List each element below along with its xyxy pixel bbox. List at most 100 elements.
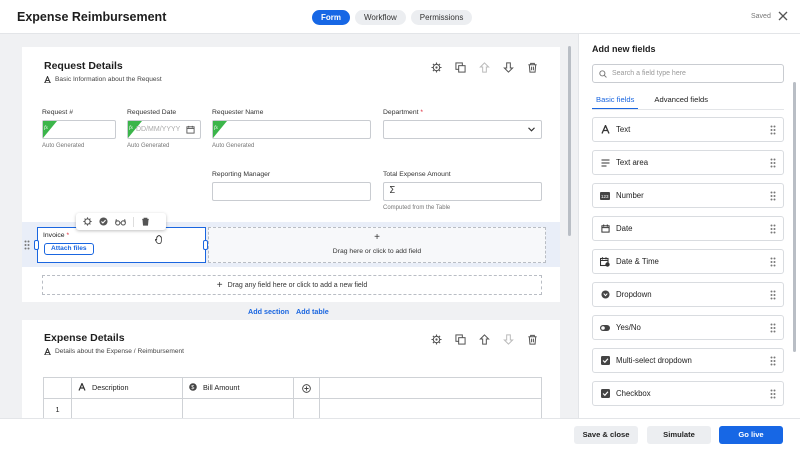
checked-box-icon xyxy=(599,355,611,367)
dropzone-text: Drag here or click to add field xyxy=(332,248,422,255)
simulate-button[interactable]: Simulate xyxy=(647,426,711,444)
arrow-down-icon[interactable] xyxy=(501,60,515,74)
field-type-list: Text Text area 123 Number Date Date & Ti… xyxy=(592,117,784,414)
field-note: Auto Generated xyxy=(212,143,255,149)
svg-text:fx: fx xyxy=(214,124,219,131)
trash-icon[interactable] xyxy=(141,217,150,226)
check-circle-icon[interactable] xyxy=(99,217,108,226)
department-select[interactable] xyxy=(383,120,542,139)
svg-text:fx: fx xyxy=(44,124,49,131)
save-close-button[interactable]: Save & close xyxy=(574,426,638,444)
textarea-icon xyxy=(599,157,611,169)
drag-handle-icon[interactable] xyxy=(770,356,776,366)
tab-basic-fields[interactable]: Basic fields xyxy=(592,95,639,110)
column-header-description[interactable]: Description xyxy=(71,377,183,399)
total-expense-input[interactable]: Σ xyxy=(383,182,542,201)
drag-handle-icon[interactable] xyxy=(770,224,776,234)
column-header-bill-amount[interactable]: $ Bill Amount xyxy=(182,377,294,399)
trash-icon[interactable] xyxy=(525,332,539,346)
currency-icon: $ xyxy=(189,383,197,391)
arrow-down-icon[interactable] xyxy=(501,332,515,346)
calendar-icon[interactable] xyxy=(186,125,195,134)
field-type-date-time[interactable]: Date & Time xyxy=(592,249,784,274)
search-icon xyxy=(599,69,607,78)
drag-handle-icon[interactable] xyxy=(770,158,776,168)
add-section-link[interactable]: Add section xyxy=(248,307,289,316)
toolbar-divider xyxy=(133,216,134,227)
canvas-scrollbar[interactable] xyxy=(568,46,571,236)
field-type-dropdown[interactable]: Dropdown xyxy=(592,282,784,307)
calendar-icon xyxy=(599,223,611,235)
app-title: Expense Reimbursement xyxy=(17,10,167,24)
add-column-button[interactable] xyxy=(293,377,320,399)
field-note: Computed from the Table xyxy=(383,205,451,211)
requested-date-input[interactable]: fx DD/MM/YYYY xyxy=(127,120,201,139)
requester-name-input[interactable]: fx xyxy=(212,120,371,139)
attach-files-button[interactable]: Attach files xyxy=(44,243,94,255)
trash-icon[interactable] xyxy=(525,60,539,74)
request-no-input[interactable]: fx xyxy=(42,120,116,139)
drag-handle-icon[interactable] xyxy=(770,191,776,201)
close-icon[interactable] xyxy=(778,11,788,21)
dropdown-icon xyxy=(599,289,611,301)
text-icon xyxy=(44,348,51,355)
checkbox-icon xyxy=(599,388,611,400)
table-header-row: Description $ Bill Amount xyxy=(43,377,542,399)
form-canvas: Request Details Basic Information about … xyxy=(0,34,577,418)
tab-permissions[interactable]: Permissions xyxy=(410,10,473,25)
search-placeholder: Search a field type here xyxy=(612,70,686,77)
invoice-field[interactable]: Invoice * Attach files xyxy=(37,227,206,263)
field-type-checkbox[interactable]: Checkbox xyxy=(592,381,784,406)
field-label-request-no: Request # xyxy=(42,109,73,116)
field-label-reporting-manager: Reporting Manager xyxy=(212,171,271,178)
tab-workflow[interactable]: Workflow xyxy=(355,10,406,25)
drag-handle-icon[interactable] xyxy=(770,290,776,300)
drag-handle-icon[interactable] xyxy=(770,389,776,399)
reporting-manager-input[interactable] xyxy=(212,182,371,201)
panel-title: Add new fields xyxy=(592,44,656,54)
text-icon xyxy=(78,383,86,391)
drag-handle-icon[interactable] xyxy=(24,240,30,250)
field-note: Auto Generated xyxy=(127,143,170,149)
field-type-yes-no[interactable]: Yes/No xyxy=(592,315,784,340)
field-type-date[interactable]: Date xyxy=(592,216,784,241)
tab-divider xyxy=(592,109,784,110)
resize-handle-left[interactable] xyxy=(34,240,39,250)
drag-handle-icon[interactable] xyxy=(770,323,776,333)
formula-icon: fx xyxy=(43,121,57,138)
copy-icon[interactable] xyxy=(453,60,467,74)
glasses-icon[interactable] xyxy=(115,218,126,226)
tab-advanced-fields[interactable]: Advanced fields xyxy=(650,95,712,110)
field-type-text[interactable]: Text xyxy=(592,117,784,142)
add-field-zone[interactable]: + Drag any field here or click to add a … xyxy=(42,275,542,295)
toggle-icon xyxy=(599,322,611,334)
panel-tabs: Basic fields Advanced fields xyxy=(592,95,712,110)
section-toolbar xyxy=(429,60,539,74)
gear-icon[interactable] xyxy=(429,332,443,346)
field-search-input[interactable]: Search a field type here xyxy=(592,64,784,83)
copy-icon[interactable] xyxy=(453,332,467,346)
drag-handle-icon[interactable] xyxy=(770,257,776,267)
number-icon: 123 xyxy=(599,190,611,202)
panel-scrollbar[interactable] xyxy=(793,82,796,352)
table-cell[interactable] xyxy=(71,398,183,418)
go-live-button[interactable]: Go live xyxy=(719,426,783,444)
arrow-up-icon[interactable] xyxy=(477,332,491,346)
field-toolbar xyxy=(76,213,166,230)
table-cell[interactable] xyxy=(182,398,294,418)
formula-icon: fx xyxy=(213,121,227,138)
row-number-header xyxy=(43,377,72,399)
field-label-total-expense: Total Expense Amount xyxy=(383,171,451,178)
add-table-link[interactable]: Add table xyxy=(296,307,329,316)
field-type-number[interactable]: 123 Number xyxy=(592,183,784,208)
gear-icon[interactable] xyxy=(83,217,92,226)
field-dropzone[interactable]: + Drag here or click to add field xyxy=(208,227,546,263)
field-type-text-area[interactable]: Text area xyxy=(592,150,784,175)
svg-text:fx: fx xyxy=(129,124,134,131)
gear-icon[interactable] xyxy=(429,60,443,74)
drag-handle-icon[interactable] xyxy=(770,125,776,135)
arrow-up-icon[interactable] xyxy=(477,60,491,74)
table-row: 1 xyxy=(43,398,542,418)
tab-form[interactable]: Form xyxy=(312,10,350,25)
field-type-multi-select-dropdown[interactable]: Multi-select dropdown xyxy=(592,348,784,373)
